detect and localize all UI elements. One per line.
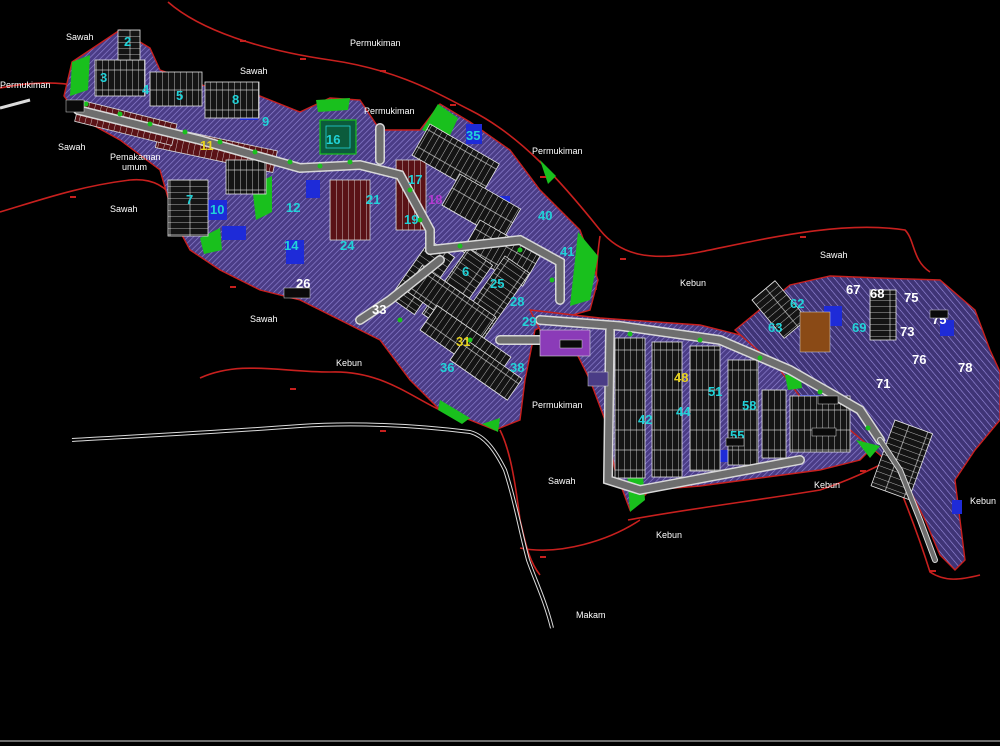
label-permukiman: Permukiman [0,80,51,90]
block-number: 75 [904,290,918,305]
block-number: 28 [510,294,524,309]
block-number: 17 [408,172,422,187]
block-number: 48 [674,370,688,385]
block-number: 10 [210,202,224,217]
block-number: 33 [372,302,386,317]
block-number: 24 [340,238,355,253]
label-kebun: Kebun [656,530,682,540]
block-number: 41 [560,244,574,259]
block-number: 68 [870,286,884,301]
label-permukiman: Permukiman [532,400,583,410]
label-kebun: Kebun [336,358,362,368]
label-sawah: Sawah [66,32,94,42]
block-number: 7 [186,192,193,207]
label-kebun: Kebun [680,278,706,288]
label-pemakaman: Pemakaman [110,152,161,162]
block-number: 58 [742,398,756,413]
label-sawah: Sawah [548,476,576,486]
label-sawah: Sawah [250,314,278,324]
block-number: 11 [200,138,214,153]
block-number: 4 [142,82,150,97]
block-number: 76 [912,352,926,367]
block-number: 25 [490,276,504,291]
block-number: 69 [852,320,866,335]
block-number: 67 [846,282,860,297]
block-number: 63 [768,320,782,335]
block-number: 62 [790,296,804,311]
label-sawah: Sawah [240,66,268,76]
block-number: 31 [456,334,470,349]
block-number: 44 [676,404,691,419]
block-number: 14 [284,238,299,253]
label-permukiman: Permukiman [532,146,583,156]
label-sawah: Sawah [820,250,848,260]
block-number: 3 [100,70,107,85]
block-number: 18 [428,192,442,207]
block-number: 38 [510,360,524,375]
label-kebun: Kebun [814,480,840,490]
block-number: 21 [366,192,380,207]
block-number: 35 [466,128,480,143]
block-number: 5 [176,88,183,103]
block-number: 9 [262,114,269,129]
label-kebun: Kebun [970,496,996,506]
block-number: 2 [124,34,131,49]
block-number: 40 [538,208,552,223]
label-permukiman: Permukiman [350,38,401,48]
block-number: 16 [326,132,340,147]
development-area [63,29,1000,571]
block-number: 78 [958,360,972,375]
label-sawah: Sawah [110,204,138,214]
label-permukiman: Permukiman [364,106,415,116]
block-number: 51 [708,384,722,399]
block-number: 71 [876,376,890,391]
block-number: 12 [286,200,300,215]
block-number: 19 [404,212,418,227]
site-plan-drawing: Sawah Sawah Sawah Sawah Sawah Sawah Sawa… [0,1,1000,742]
label-sawah: Sawah [58,142,86,152]
block-number: 36 [440,360,454,375]
block-number: 8 [232,92,239,107]
block-number: 73 [900,324,914,339]
block-number: 29 [522,314,536,329]
label-makam: Makam [576,610,606,620]
block-number: 6 [462,264,469,279]
block-number: 42 [638,412,652,427]
label-pemakaman-umum: umum [122,162,147,172]
